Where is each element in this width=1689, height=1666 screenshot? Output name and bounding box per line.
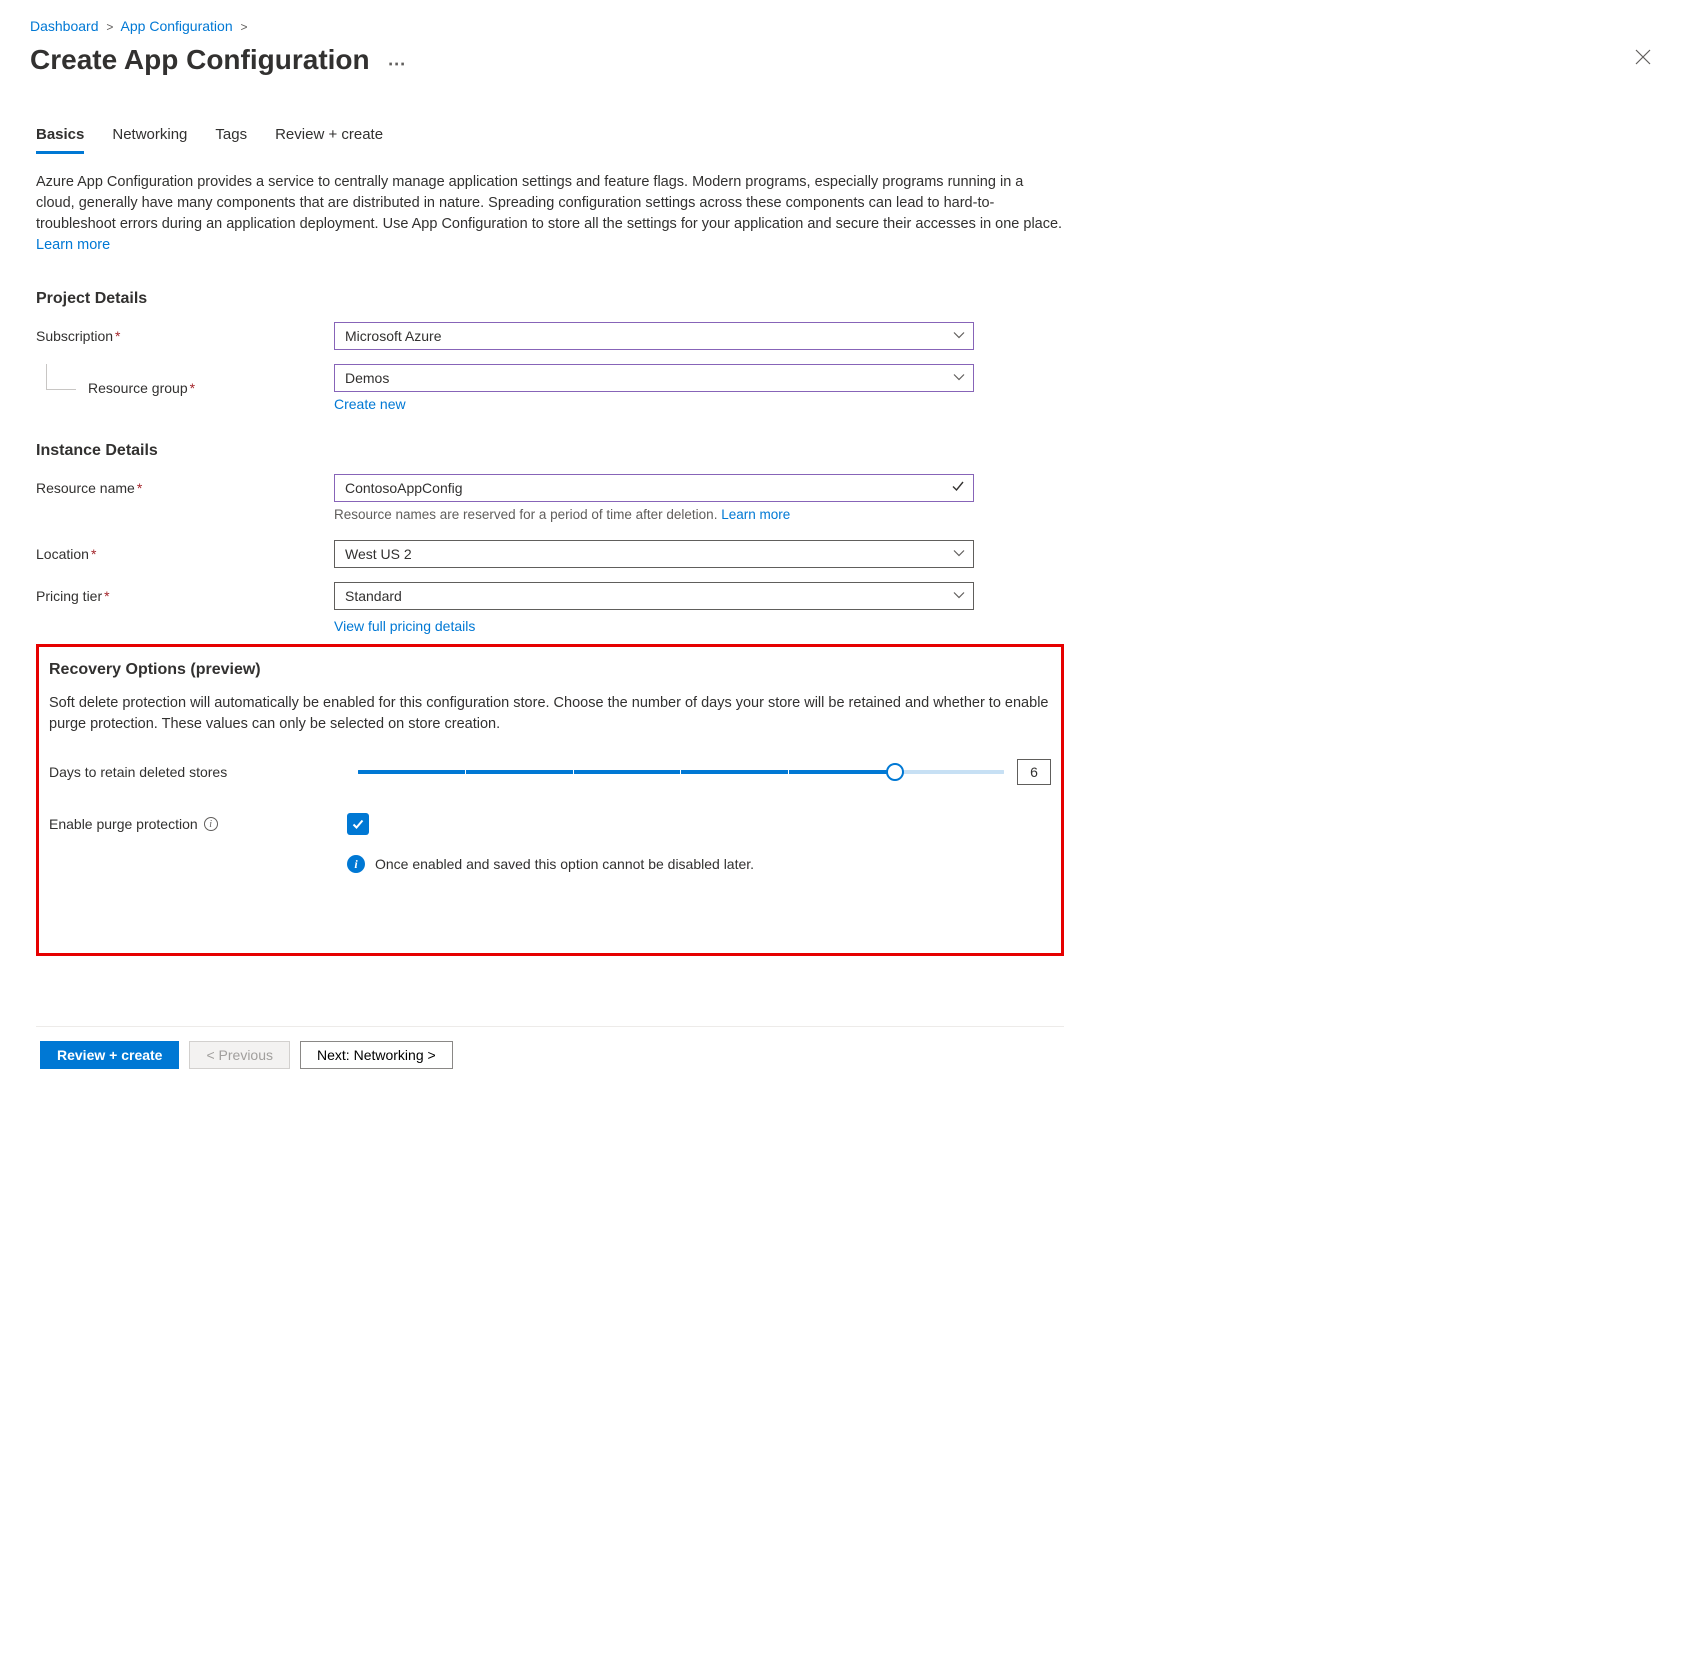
resource-name-label: Resource name* [36, 480, 334, 496]
resource-name-input[interactable]: ContosoAppConfig [334, 474, 974, 502]
chevron-down-icon [953, 583, 965, 609]
location-label: Location* [36, 546, 334, 562]
intro-learn-more-link[interactable]: Learn more [36, 237, 110, 253]
previous-button: < Previous [189, 1041, 290, 1069]
resource-name-helper: Resource names are reserved for a period… [334, 507, 790, 522]
resource-group-select[interactable]: Demos [334, 364, 974, 392]
section-title-recovery-options: Recovery Options (preview) [49, 661, 1051, 679]
pricing-tier-label: Pricing tier* [36, 588, 334, 604]
close-button[interactable] [1627, 44, 1659, 75]
footer-actions: Review + create < Previous Next: Network… [36, 1026, 1064, 1093]
intro-text: Azure App Configuration provides a servi… [36, 172, 1064, 256]
pricing-tier-select[interactable]: Standard [334, 582, 974, 610]
purge-protection-checkbox[interactable] [347, 813, 369, 835]
view-pricing-details-link[interactable]: View full pricing details [334, 618, 475, 634]
close-icon [1635, 49, 1651, 65]
review-create-button[interactable]: Review + create [40, 1041, 179, 1069]
info-icon: i [347, 855, 365, 873]
recovery-options-section: Recovery Options (preview) Soft delete p… [36, 644, 1064, 956]
resource-group-label: Resource group* [36, 380, 334, 396]
breadcrumb-separator: > [106, 20, 113, 34]
days-retain-value[interactable]: 6 [1017, 759, 1051, 785]
subscription-select[interactable]: Microsoft Azure [334, 322, 974, 350]
tab-networking[interactable]: Networking [112, 126, 187, 154]
create-new-resource-group-link[interactable]: Create new [334, 396, 406, 412]
breadcrumb-separator: > [241, 20, 248, 34]
days-retain-label: Days to retain deleted stores [49, 764, 347, 780]
more-actions-button[interactable]: ⋯ [388, 47, 407, 73]
tab-basics[interactable]: Basics [36, 126, 84, 154]
page-title: Create App Configuration ⋯ [30, 44, 407, 76]
purge-protection-label: Enable purge protection i [49, 816, 347, 832]
tabs: Basics Networking Tags Review + create [36, 126, 1064, 154]
chevron-down-icon [953, 541, 965, 567]
subscription-label: Subscription* [36, 328, 334, 344]
days-retain-slider[interactable] [357, 762, 1005, 782]
info-icon[interactable]: i [204, 817, 218, 831]
breadcrumb-item-app-configuration[interactable]: App Configuration [121, 18, 233, 34]
breadcrumb-item-dashboard[interactable]: Dashboard [30, 18, 99, 34]
tab-review-create[interactable]: Review + create [275, 126, 383, 154]
section-title-project-details: Project Details [36, 290, 1064, 308]
checkmark-icon [351, 817, 365, 831]
location-select[interactable]: West US 2 [334, 540, 974, 568]
checkmark-icon [951, 475, 965, 501]
next-button[interactable]: Next: Networking > [300, 1041, 453, 1069]
tab-tags[interactable]: Tags [215, 126, 247, 154]
slider-thumb[interactable] [886, 763, 904, 781]
breadcrumb: Dashboard > App Configuration > [30, 18, 1659, 34]
recovery-description: Soft delete protection will automaticall… [49, 693, 1051, 735]
chevron-down-icon [953, 365, 965, 391]
chevron-down-icon [953, 323, 965, 349]
resource-name-learn-more-link[interactable]: Learn more [721, 507, 790, 522]
purge-protection-info-text: Once enabled and saved this option canno… [375, 856, 754, 872]
section-title-instance-details: Instance Details [36, 442, 1064, 460]
